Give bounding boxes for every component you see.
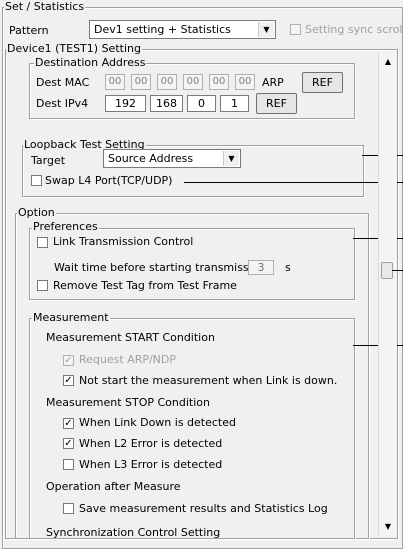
l3-error-checkbox[interactable]	[63, 459, 74, 470]
swap-l4-checkbox[interactable]	[31, 175, 42, 186]
option-title: Option	[17, 206, 56, 219]
link-tx-control-label: Link Transmission Control	[53, 235, 194, 248]
l2-error-checkbox[interactable]: ✓	[63, 438, 74, 449]
ipv4-octet-2[interactable]: 168	[150, 95, 183, 112]
checkmark-icon: ✓	[64, 375, 73, 386]
save-results-label: Save measurement results and Statistics …	[79, 502, 328, 515]
pattern-select[interactable]: Dev1 setting + Statistics ▼	[89, 20, 276, 39]
ipv4-octet-3[interactable]: 0	[187, 95, 216, 112]
mac-octet-6[interactable]: 00	[235, 74, 255, 90]
mac-octet-3[interactable]: 00	[157, 74, 177, 90]
callout-line-scrollbar	[392, 270, 403, 271]
chevron-down-icon: ▼	[258, 22, 274, 37]
link-down-checkbox[interactable]: ✓	[63, 418, 74, 429]
link-tx-control-checkbox[interactable]	[37, 237, 48, 248]
mac-octet-4[interactable]: 00	[183, 74, 203, 90]
measurement-title: Measurement	[32, 311, 110, 324]
mac-ref-button[interactable]: REF	[302, 72, 343, 93]
target-label: Target	[31, 154, 66, 167]
scroll-up-arrow-icon[interactable]: ▲	[379, 53, 397, 70]
not-start-link-down-checkbox[interactable]: ✓	[63, 375, 74, 386]
sync-scroll-label: Setting sync scroll	[305, 23, 403, 36]
pattern-select-value: Dev1 setting + Statistics	[94, 23, 231, 36]
chevron-down-icon: ▼	[223, 151, 239, 166]
vertical-scrollbar[interactable]: ▲ ▼	[378, 53, 397, 535]
start-condition-heading: Measurement START Condition	[46, 331, 215, 344]
wait-time-input[interactable]: 3	[248, 260, 274, 275]
mac-octet-2[interactable]: 00	[131, 74, 151, 90]
request-arp-label: Request ARP/NDP	[79, 353, 177, 366]
target-select[interactable]: Source Address ▼	[103, 149, 241, 168]
checkmark-icon: ✓	[64, 418, 73, 429]
dest-mac-label: Dest MAC	[36, 76, 90, 89]
checkmark-icon: ✓	[64, 355, 73, 366]
set-statistics-title: Set / Statistics	[4, 0, 86, 13]
after-measure-heading: Operation after Measure	[46, 480, 181, 493]
wait-time-unit: s	[285, 261, 291, 274]
arp-label: ARP	[262, 76, 284, 89]
wait-time-label: Wait time before starting transmission	[54, 261, 266, 274]
stop-condition-heading: Measurement STOP Condition	[46, 396, 210, 409]
ipv4-octet-4[interactable]: 1	[220, 95, 249, 112]
checkmark-icon: ✓	[64, 438, 73, 449]
mac-octet-5[interactable]: 00	[209, 74, 229, 90]
l2-error-label: When L2 Error is detected	[79, 437, 223, 450]
remove-test-tag-label: Remove Test Tag from Test Frame	[53, 279, 237, 292]
link-down-label: When Link Down is detected	[79, 416, 236, 429]
pattern-label: Pattern	[9, 24, 49, 37]
dest-ipv4-label: Dest IPv4	[36, 97, 89, 110]
request-arp-checkbox[interactable]: ✓	[63, 355, 74, 366]
target-select-value: Source Address	[108, 152, 194, 165]
scroll-down-arrow-icon[interactable]: ▼	[379, 518, 397, 535]
l3-error-label: When L3 Error is detected	[79, 458, 223, 471]
destination-address-title: Destination Address	[34, 56, 147, 69]
ipv4-ref-button[interactable]: REF	[256, 93, 297, 114]
remove-test-tag-checkbox[interactable]	[37, 280, 48, 291]
swap-l4-label: Swap L4 Port(TCP/UDP)	[45, 174, 173, 187]
preferences-title: Preferences	[32, 220, 99, 233]
save-results-checkbox[interactable]	[63, 503, 74, 514]
sync-scroll-checkbox[interactable]	[290, 24, 301, 35]
sync-control-label: Synchronization Control Setting	[46, 526, 221, 539]
ipv4-octet-1[interactable]: 192	[105, 95, 146, 112]
device1-title: Device1 (TEST1) Setting	[6, 42, 142, 55]
mac-octet-1[interactable]: 00	[105, 74, 125, 90]
not-start-link-down-label: Not start the measurement when Link is d…	[79, 374, 338, 387]
callout-line-swap-l4	[184, 182, 403, 183]
